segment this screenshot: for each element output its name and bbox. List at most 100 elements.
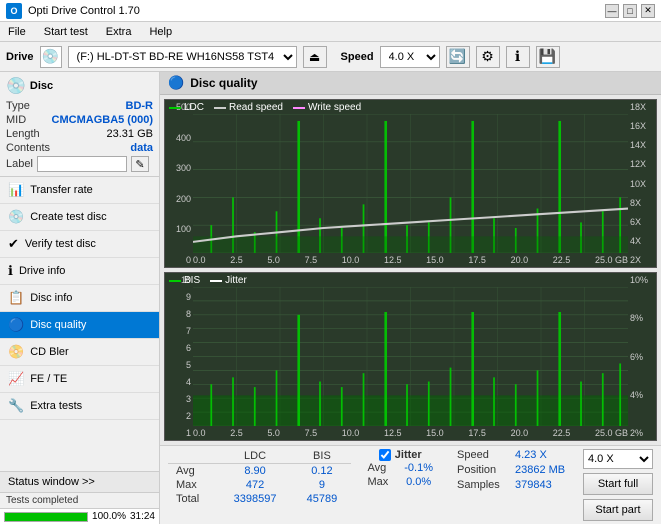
jitter-checkbox[interactable]: [379, 449, 391, 461]
samples-row: Samples 379843: [457, 479, 575, 491]
stats-avg-label: Avg: [168, 464, 218, 479]
jitter-avg-row: Avg -0.1%: [359, 461, 441, 475]
disc-contents-value: data: [130, 142, 153, 154]
sidebar-item-disc-info[interactable]: 📋 Disc info: [0, 285, 159, 312]
close-button[interactable]: ✕: [641, 4, 655, 18]
settings-button[interactable]: ⚙: [476, 46, 500, 68]
charts-area: LDC Read speed Write speed 500 400 300: [160, 95, 661, 445]
sidebar-item-create-test-disc[interactable]: 💿 Create test disc: [0, 204, 159, 231]
disc-mid-label: MID: [6, 114, 26, 126]
sidebar-item-cd-bler[interactable]: 📀 CD Bler: [0, 339, 159, 366]
speed-dropdown[interactable]: 4.0 X 1.0 X 2.0 X 6.0 X 8.0 X: [583, 449, 653, 469]
content-area: 🔵 Disc quality LDC Read speed: [160, 72, 661, 524]
info-button[interactable]: ℹ: [506, 46, 530, 68]
right-stats: Speed 4.23 X Position 23862 MB Samples 3…: [457, 449, 575, 491]
ldc-legend: LDC Read speed Write speed: [169, 102, 361, 113]
sidebar-item-verify-test-disc[interactable]: ✔ Verify test disc: [0, 231, 159, 258]
sidebar: 💿 Disc Type BD-R MID CMCMAGBA5 (000) Len…: [0, 72, 160, 524]
disc-contents-row: Contents data: [6, 142, 153, 154]
speed-select[interactable]: 4.0 X: [380, 46, 440, 68]
sidebar-item-extra-tests[interactable]: 🔧 Extra tests: [0, 393, 159, 420]
sidebar-item-disc-quality[interactable]: 🔵 Disc quality: [0, 312, 159, 339]
stats-total-ldc: 3398597: [218, 492, 293, 506]
ldc-plot-area: [193, 114, 628, 253]
disc-quality-header: 🔵 Disc quality: [160, 72, 661, 95]
menu-help[interactable]: Help: [145, 24, 176, 40]
drive-icon: 💿: [40, 46, 62, 68]
disc-quality-icon: 🔵: [8, 317, 24, 333]
status-window-button[interactable]: Status window >>: [0, 472, 159, 493]
app-title: Opti Drive Control 1.70: [28, 5, 140, 17]
legend-ldc: LDC: [169, 102, 204, 113]
bis-y-axis-left: 10 9 8 7 6 5 4 3 2 1: [165, 273, 193, 440]
sidebar-item-label: Drive info: [19, 265, 65, 277]
fe-te-icon: 📈: [8, 371, 24, 387]
disc-header: 💿 Disc: [6, 76, 153, 96]
jitter-header: Jitter: [379, 449, 422, 461]
nav-menu: 📊 Transfer rate 💿 Create test disc ✔ Ver…: [0, 177, 159, 420]
refresh-button[interactable]: 🔄: [446, 46, 470, 68]
disc-length-value: 23.31 GB: [107, 128, 153, 140]
bis-y-axis-right: 10% 8% 6% 4% 2%: [628, 273, 656, 440]
stats-avg-ldc: 8.90: [218, 464, 293, 479]
jitter-max-label: Max: [359, 475, 396, 489]
disc-section-title: Disc: [30, 80, 53, 92]
bis-legend: BIS Jitter: [169, 275, 247, 286]
position-value: 23862 MB: [515, 464, 575, 476]
cd-bler-icon: 📀: [8, 344, 24, 360]
bis-chart: BIS Jitter 10 9 8 7 6 5 4 3 2: [164, 272, 657, 441]
menu-start-test[interactable]: Start test: [40, 24, 92, 40]
disc-type-value: BD-R: [126, 100, 154, 112]
speed-label: Speed: [341, 51, 374, 63]
jitter-section: Jitter Avg -0.1% Max 0.0%: [359, 449, 441, 489]
disc-icon: 💿: [6, 76, 26, 96]
ldc-x-axis: 0.0 2.5 5.0 7.5 10.0 12.5 15.0 17.5 20.0…: [193, 253, 628, 267]
extra-tests-icon: 🔧: [8, 398, 24, 414]
jitter-table: Avg -0.1% Max 0.0%: [359, 461, 441, 489]
status-bar: Status window >> Tests completed 100.0% …: [0, 471, 159, 524]
sidebar-item-transfer-rate[interactable]: 📊 Transfer rate: [0, 177, 159, 204]
sidebar-item-label: Verify test disc: [25, 238, 96, 250]
start-part-button[interactable]: Start part: [583, 499, 653, 521]
minimize-button[interactable]: —: [605, 4, 619, 18]
sidebar-item-label: Create test disc: [30, 211, 106, 223]
menu-extra[interactable]: Extra: [102, 24, 136, 40]
status-window-label: Status window >>: [8, 476, 95, 488]
label-edit-button[interactable]: ✎: [131, 156, 149, 172]
drive-select[interactable]: (F:) HL-DT-ST BD-RE WH16NS58 TST4: [68, 46, 297, 68]
title-bar: O Opti Drive Control 1.70 — □ ✕: [0, 0, 661, 22]
samples-value: 379843: [515, 479, 575, 491]
stats-total-bis: 45789: [292, 492, 351, 506]
menu-file[interactable]: File: [4, 24, 30, 40]
disc-length-label: Length: [6, 128, 40, 140]
disc-label-row: Label ✎: [6, 156, 153, 172]
drive-label: Drive: [6, 51, 34, 63]
disc-quality-header-icon: 🔵: [168, 75, 184, 91]
ldc-svg: [193, 114, 628, 253]
disc-label-input[interactable]: [37, 156, 127, 172]
position-label: Position: [457, 464, 509, 476]
stats-max-label: Max: [168, 478, 218, 492]
create-test-disc-icon: 💿: [8, 209, 24, 225]
ldc-y-axis-right: 18X 16X 14X 12X 10X 8X 6X 4X 2X: [628, 100, 656, 267]
disc-quality-title: Disc quality: [190, 76, 257, 90]
status-text: Tests completed: [0, 493, 159, 508]
start-full-button[interactable]: Start full: [583, 473, 653, 495]
jitter-avg-label: Avg: [359, 461, 396, 475]
sidebar-item-label: Extra tests: [30, 400, 82, 412]
stats-max-bis: 9: [292, 478, 351, 492]
stats-row: LDC BIS Avg 8.90 0.12 Max 472 9: [160, 445, 661, 524]
position-row: Position 23862 MB: [457, 464, 575, 476]
stats-total-label: Total: [168, 492, 218, 506]
legend-read-speed: Read speed: [214, 102, 283, 113]
maximize-button[interactable]: □: [623, 4, 637, 18]
stats-col-ldc: LDC: [218, 449, 293, 464]
bis-x-axis: 0.0 2.5 5.0 7.5 10.0 12.5 15.0 17.5 20.0…: [193, 426, 628, 440]
jitter-max-row: Max 0.0%: [359, 475, 441, 489]
ldc-chart: LDC Read speed Write speed 500 400 300: [164, 99, 657, 268]
sidebar-item-drive-info[interactable]: ℹ Drive info: [0, 258, 159, 285]
save-button[interactable]: 💾: [536, 46, 560, 68]
sidebar-item-fe-te[interactable]: 📈 FE / TE: [0, 366, 159, 393]
eject-button[interactable]: ⏏: [303, 46, 327, 68]
jitter-max-value: 0.0%: [396, 475, 441, 489]
